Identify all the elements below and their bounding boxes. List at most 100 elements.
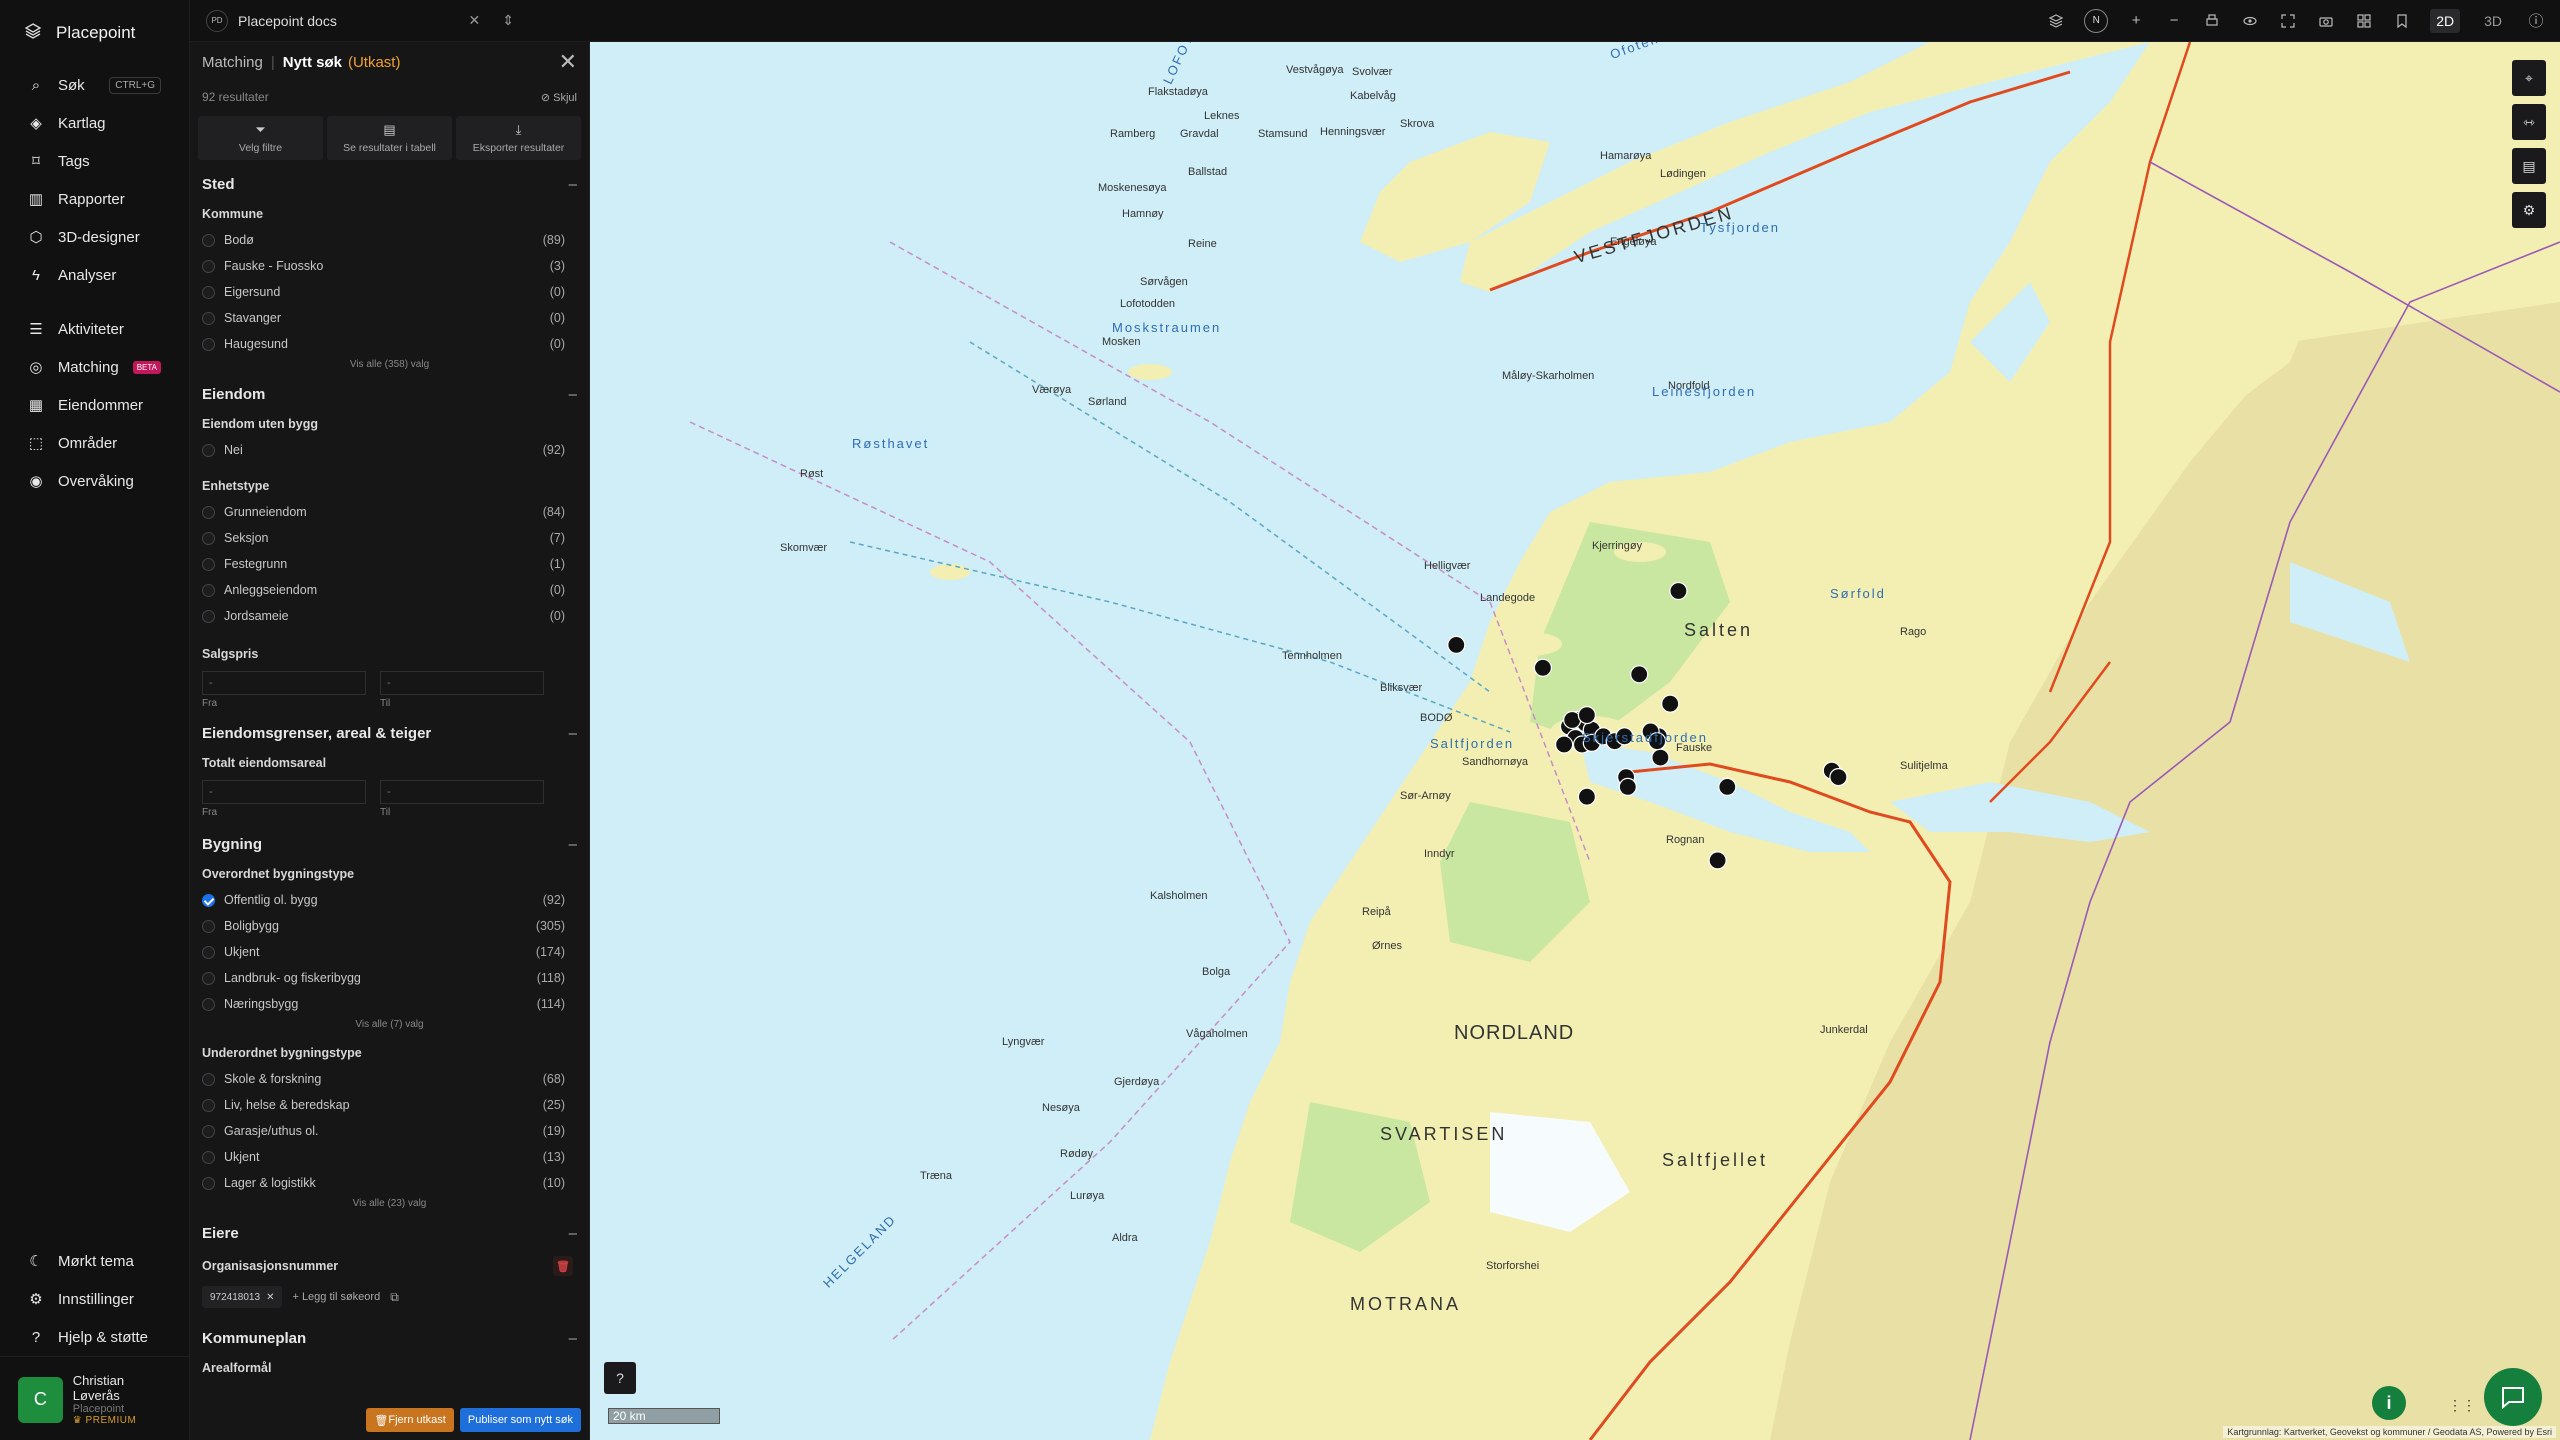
- sidebar-item-innstillinger[interactable]: ⚙ Innstillinger: [0, 1280, 190, 1318]
- checkbox[interactable]: [202, 505, 215, 519]
- zoom-out-icon[interactable]: −: [2164, 11, 2184, 31]
- filter-option[interactable]: Liv, helse & beredskap (25): [190, 1092, 589, 1118]
- show-all-overordnet[interactable]: Vis alle (7) valg: [190, 1017, 589, 1036]
- result-marker[interactable]: [1708, 851, 1727, 870]
- filter-option[interactable]: Grunneiendom (84): [190, 499, 589, 525]
- checkbox[interactable]: [202, 1176, 215, 1190]
- salgspris-from-input[interactable]: [202, 671, 366, 695]
- checkbox[interactable]: [202, 443, 215, 457]
- sidebar-item-kartlag[interactable]: ◈ Kartlag: [0, 104, 189, 142]
- filter-option[interactable]: Festegrunn (1): [190, 551, 589, 577]
- layers-stack-icon[interactable]: [2046, 11, 2066, 31]
- result-marker[interactable]: [1447, 635, 1466, 655]
- hide-button[interactable]: ⊘ Skjul: [541, 91, 577, 104]
- checkbox[interactable]: [202, 997, 215, 1011]
- measure-icon[interactable]: ⇿: [2512, 104, 2546, 140]
- result-marker[interactable]: [1577, 705, 1597, 725]
- filter-option[interactable]: Næringsbygg (114): [190, 991, 589, 1017]
- result-marker[interactable]: [1718, 777, 1737, 797]
- checkbox[interactable]: [202, 919, 215, 933]
- collapse-icon[interactable]: –: [569, 1225, 577, 1242]
- checkbox[interactable]: [202, 285, 215, 299]
- filter-option[interactable]: Haugesund (0): [190, 331, 589, 357]
- sidebar-item-søk[interactable]: ⌕ Søk CTRL+G: [0, 66, 189, 104]
- checkbox[interactable]: [202, 233, 215, 247]
- eye-icon[interactable]: [2240, 11, 2260, 31]
- filter-option[interactable]: Ukjent (13): [190, 1144, 589, 1170]
- mode-2d-button[interactable]: 2D: [2430, 8, 2461, 33]
- chat-button[interactable]: [2484, 1368, 2542, 1426]
- sidebar-item-hjelp-støtte[interactable]: ? Hjelp & støtte: [0, 1318, 190, 1356]
- workspace-switcher[interactable]: PD Placepoint docs ✕ ⇕: [190, 0, 530, 42]
- copy-icon[interactable]: ⧉: [390, 1290, 399, 1305]
- bookmark-icon[interactable]: [2392, 11, 2412, 31]
- section-sted[interactable]: Sted –: [190, 166, 589, 197]
- areal-from-input[interactable]: [202, 780, 366, 804]
- filter-option[interactable]: Anleggseiendom (0): [190, 577, 589, 603]
- filter-option[interactable]: Boligbygg (305): [190, 913, 589, 939]
- filter-option[interactable]: Skole & forskning (68): [190, 1066, 589, 1092]
- sidebar-item-analyser[interactable]: ϟ Analyser: [0, 256, 189, 294]
- chart-icon[interactable]: ▤: [2512, 148, 2546, 184]
- result-marker[interactable]: [1669, 581, 1688, 601]
- checkbox[interactable]: [202, 1098, 215, 1112]
- checkbox[interactable]: [202, 557, 215, 571]
- filter-option[interactable]: Offentlig ol. bygg (92): [190, 887, 589, 913]
- compass-button[interactable]: N: [2084, 8, 2109, 33]
- filter-option[interactable]: Ukjent (174): [190, 939, 589, 965]
- trash-icon[interactable]: 🗑: [553, 1256, 573, 1276]
- sidebar-item-overvåking[interactable]: ◉ Overvåking: [0, 462, 189, 500]
- result-marker[interactable]: [1533, 658, 1553, 677]
- filter-option[interactable]: Jordsameie (0): [190, 603, 589, 629]
- drag-handle-icon[interactable]: ⋮⋮: [2448, 1397, 2476, 1414]
- breadcrumb-matching[interactable]: Matching: [202, 54, 263, 71]
- filter-option[interactable]: Landbruk- og fiskeribygg (118): [190, 965, 589, 991]
- checkbox[interactable]: [202, 1150, 215, 1164]
- map-help-button[interactable]: ?: [604, 1362, 636, 1394]
- filter-option[interactable]: Stavanger (0): [190, 305, 589, 331]
- sidebar-item-matching[interactable]: ◎ Matching BETA: [0, 348, 189, 386]
- show-all-kommune[interactable]: Vis alle (358) valg: [190, 357, 589, 376]
- search-area-icon[interactable]: ⌖: [2512, 60, 2546, 96]
- checkbox[interactable]: [202, 531, 215, 545]
- sidebar-item-områder[interactable]: ⬚ Områder: [0, 424, 189, 462]
- result-marker[interactable]: [1630, 665, 1649, 684]
- collapse-icon[interactable]: –: [569, 1330, 577, 1347]
- info-button[interactable]: i: [2372, 1386, 2406, 1420]
- sidebar-item-eiendommer[interactable]: ▦ Eiendommer: [0, 386, 189, 424]
- areal-to-input[interactable]: [380, 780, 544, 804]
- brand[interactable]: Placepoint: [0, 0, 189, 66]
- filter-option[interactable]: Lager & logistikk (10): [190, 1170, 589, 1196]
- checkbox[interactable]: [202, 259, 215, 273]
- checkbox[interactable]: [202, 945, 215, 959]
- mode-3d-button[interactable]: 3D: [2478, 9, 2508, 33]
- result-marker[interactable]: [1554, 735, 1574, 754]
- zoom-in-icon[interactable]: +: [2126, 11, 2146, 31]
- section-kommuneplan[interactable]: Kommuneplan –: [190, 1320, 589, 1351]
- filter-option[interactable]: Garasje/uthus ol. (19): [190, 1118, 589, 1144]
- table-action-button[interactable]: ▤ Se resultater i tabell: [327, 116, 452, 160]
- filter-option[interactable]: Bodø (89): [190, 227, 589, 253]
- filter-option[interactable]: Eigersund (0): [190, 279, 589, 305]
- checkbox[interactable]: [202, 311, 215, 325]
- collapse-icon[interactable]: –: [569, 176, 577, 193]
- fullscreen-icon[interactable]: [2278, 11, 2298, 31]
- result-marker[interactable]: [1829, 767, 1848, 787]
- checkbox[interactable]: [202, 893, 215, 907]
- user-profile[interactable]: C Christian Løverås Placepoint ♛ PREMIUM: [0, 1356, 190, 1440]
- sidebar-item-3d-designer[interactable]: ⬡ 3D-designer: [0, 218, 189, 256]
- collapse-icon[interactable]: –: [569, 725, 577, 742]
- orgnr-chip[interactable]: 972418013 ✕: [202, 1286, 283, 1308]
- add-term-button[interactable]: + Legg til søkeord: [292, 1291, 380, 1303]
- collapse-icon[interactable]: –: [569, 386, 577, 403]
- result-marker[interactable]: [1651, 748, 1670, 767]
- camera-icon[interactable]: [2316, 11, 2336, 31]
- sidebar-item-mørkt-tema[interactable]: ☾ Mørkt tema: [0, 1242, 190, 1280]
- result-marker[interactable]: [1577, 787, 1597, 806]
- remove-draft-button[interactable]: 🗑 Fjern utkast: [366, 1408, 454, 1432]
- section-bygning[interactable]: Bygning –: [190, 826, 589, 857]
- checkbox[interactable]: [202, 1124, 215, 1138]
- checkbox[interactable]: [202, 337, 215, 351]
- info-circle-icon[interactable]: ⓘ: [2526, 11, 2546, 31]
- print-icon[interactable]: [2202, 11, 2222, 31]
